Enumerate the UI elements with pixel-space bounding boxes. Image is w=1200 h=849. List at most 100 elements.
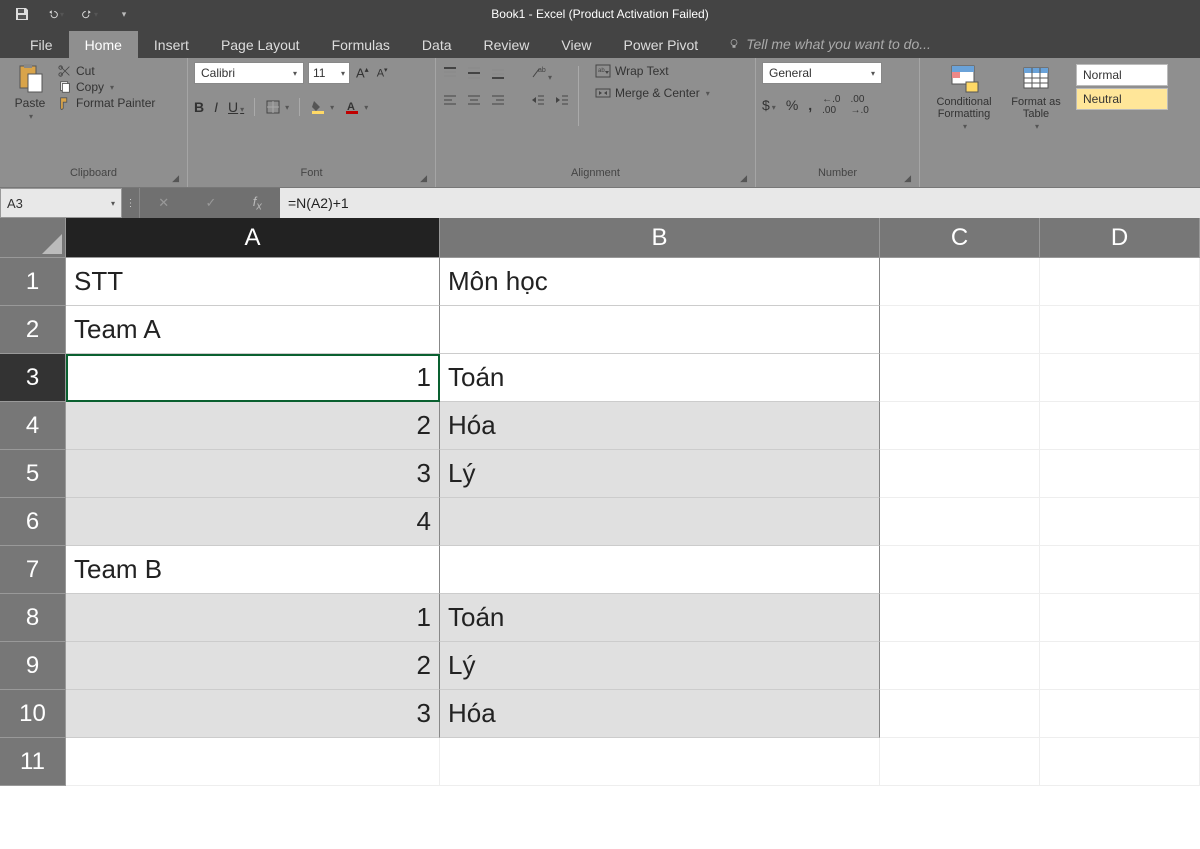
dialog-launcher-icon[interactable]: ◢: [172, 173, 179, 184]
copy-button[interactable]: Copy▾: [58, 80, 155, 94]
row-header[interactable]: 6: [0, 498, 66, 546]
tab-data[interactable]: Data: [406, 31, 468, 58]
cell[interactable]: 3: [66, 450, 440, 498]
dialog-launcher-icon[interactable]: ◢: [740, 173, 747, 184]
cell[interactable]: [1040, 258, 1200, 306]
cell[interactable]: [880, 354, 1040, 402]
column-header-a[interactable]: A: [66, 218, 440, 258]
decrease-font-icon[interactable]: A▾: [375, 66, 390, 80]
increase-indent-icon[interactable]: [554, 93, 570, 112]
comma-icon[interactable]: ,: [808, 97, 812, 113]
tab-insert[interactable]: Insert: [138, 31, 205, 58]
redo-icon[interactable]: ▾: [82, 6, 98, 22]
row-header[interactable]: 2: [0, 306, 66, 354]
enter-icon[interactable]: ✓: [205, 195, 216, 211]
cell[interactable]: 2: [66, 402, 440, 450]
cell[interactable]: [1040, 594, 1200, 642]
cut-button[interactable]: Cut: [58, 64, 155, 78]
tab-view[interactable]: View: [545, 31, 607, 58]
format-painter-button[interactable]: Format Painter: [58, 96, 155, 110]
paste-button[interactable]: Paste ▾: [6, 62, 54, 121]
cell[interactable]: STT: [66, 258, 440, 306]
cell[interactable]: [1040, 450, 1200, 498]
align-center-icon[interactable]: [466, 93, 482, 112]
align-right-icon[interactable]: [490, 93, 506, 112]
cell[interactable]: 3: [66, 690, 440, 738]
undo-icon[interactable]: ▾: [48, 6, 64, 22]
cell[interactable]: [880, 498, 1040, 546]
cell[interactable]: [440, 306, 880, 354]
cell[interactable]: Toán: [440, 354, 880, 402]
bold-button[interactable]: B: [194, 99, 204, 115]
cell[interactable]: 1: [66, 354, 440, 402]
align-left-icon[interactable]: [442, 93, 458, 112]
number-format-select[interactable]: General▾: [762, 62, 882, 84]
increase-font-icon[interactable]: A▴: [354, 65, 371, 80]
fill-color-button[interactable]: ▾: [310, 99, 334, 115]
cell[interactable]: [1040, 546, 1200, 594]
tab-power-pivot[interactable]: Power Pivot: [608, 31, 715, 58]
row-header[interactable]: 4: [0, 402, 66, 450]
cell[interactable]: [880, 594, 1040, 642]
row-header[interactable]: 10: [0, 690, 66, 738]
tell-me-search[interactable]: Tell me what you want to do...: [714, 30, 945, 58]
cell[interactable]: [1040, 642, 1200, 690]
row-header[interactable]: 8: [0, 594, 66, 642]
cell[interactable]: Toán: [440, 594, 880, 642]
percent-icon[interactable]: %: [786, 97, 798, 113]
decrease-indent-icon[interactable]: [530, 93, 546, 112]
format-as-table-button[interactable]: Format as Table▾: [1004, 62, 1068, 131]
decrease-decimal-icon[interactable]: .00→.0: [851, 94, 869, 116]
cell[interactable]: Team B: [66, 546, 440, 594]
dialog-launcher-icon[interactable]: ◢: [420, 173, 427, 184]
tab-home[interactable]: Home: [69, 31, 138, 58]
cell-style-normal[interactable]: Normal: [1076, 64, 1168, 86]
tab-file[interactable]: File: [14, 31, 69, 58]
increase-decimal-icon[interactable]: ←.0.00: [822, 94, 840, 116]
borders-button[interactable]: ▾: [265, 99, 289, 115]
row-header[interactable]: 11: [0, 738, 66, 786]
cell[interactable]: [1040, 402, 1200, 450]
cell[interactable]: [880, 450, 1040, 498]
cell[interactable]: [880, 642, 1040, 690]
cell[interactable]: [66, 738, 440, 786]
column-header-c[interactable]: C: [880, 218, 1040, 258]
italic-button[interactable]: I: [214, 99, 218, 115]
row-header[interactable]: 9: [0, 642, 66, 690]
cell[interactable]: 1: [66, 594, 440, 642]
cell[interactable]: Lý: [440, 450, 880, 498]
select-all-button[interactable]: [0, 218, 66, 258]
cell[interactable]: [880, 546, 1040, 594]
name-box[interactable]: A3▾: [0, 188, 122, 218]
wrap-text-button[interactable]: ab Wrap Text: [595, 64, 710, 78]
merge-center-button[interactable]: Merge & Center▾: [595, 86, 710, 100]
currency-icon[interactable]: $▾: [762, 97, 776, 113]
qat-customize-icon[interactable]: ▾: [116, 6, 132, 22]
cell[interactable]: [440, 546, 880, 594]
cell[interactable]: Hóa: [440, 690, 880, 738]
column-header-d[interactable]: D: [1040, 218, 1200, 258]
cancel-icon[interactable]: ✕: [158, 195, 169, 211]
tab-formulas[interactable]: Formulas: [316, 31, 406, 58]
underline-button[interactable]: U▾: [228, 99, 244, 115]
cell[interactable]: [880, 306, 1040, 354]
align-top-icon[interactable]: [442, 66, 458, 85]
cell[interactable]: [440, 498, 880, 546]
cell[interactable]: [1040, 738, 1200, 786]
cell[interactable]: [1040, 306, 1200, 354]
cell[interactable]: [880, 402, 1040, 450]
row-header[interactable]: 3: [0, 354, 66, 402]
cell[interactable]: Lý: [440, 642, 880, 690]
cell[interactable]: [1040, 498, 1200, 546]
cell[interactable]: [880, 738, 1040, 786]
worksheet-grid[interactable]: A B C D 1STTMôn học2Team A31Toán42Hóa53L…: [0, 218, 1200, 786]
tab-review[interactable]: Review: [468, 31, 546, 58]
align-middle-icon[interactable]: [466, 66, 482, 85]
font-name-select[interactable]: Calibri▾: [194, 62, 304, 84]
cell[interactable]: Team A: [66, 306, 440, 354]
row-header[interactable]: 5: [0, 450, 66, 498]
dialog-launcher-icon[interactable]: ◢: [904, 173, 911, 184]
orientation-icon[interactable]: ab▾: [530, 66, 552, 85]
formula-input[interactable]: =N(A2)+1: [280, 188, 1200, 218]
tab-page-layout[interactable]: Page Layout: [205, 31, 316, 58]
